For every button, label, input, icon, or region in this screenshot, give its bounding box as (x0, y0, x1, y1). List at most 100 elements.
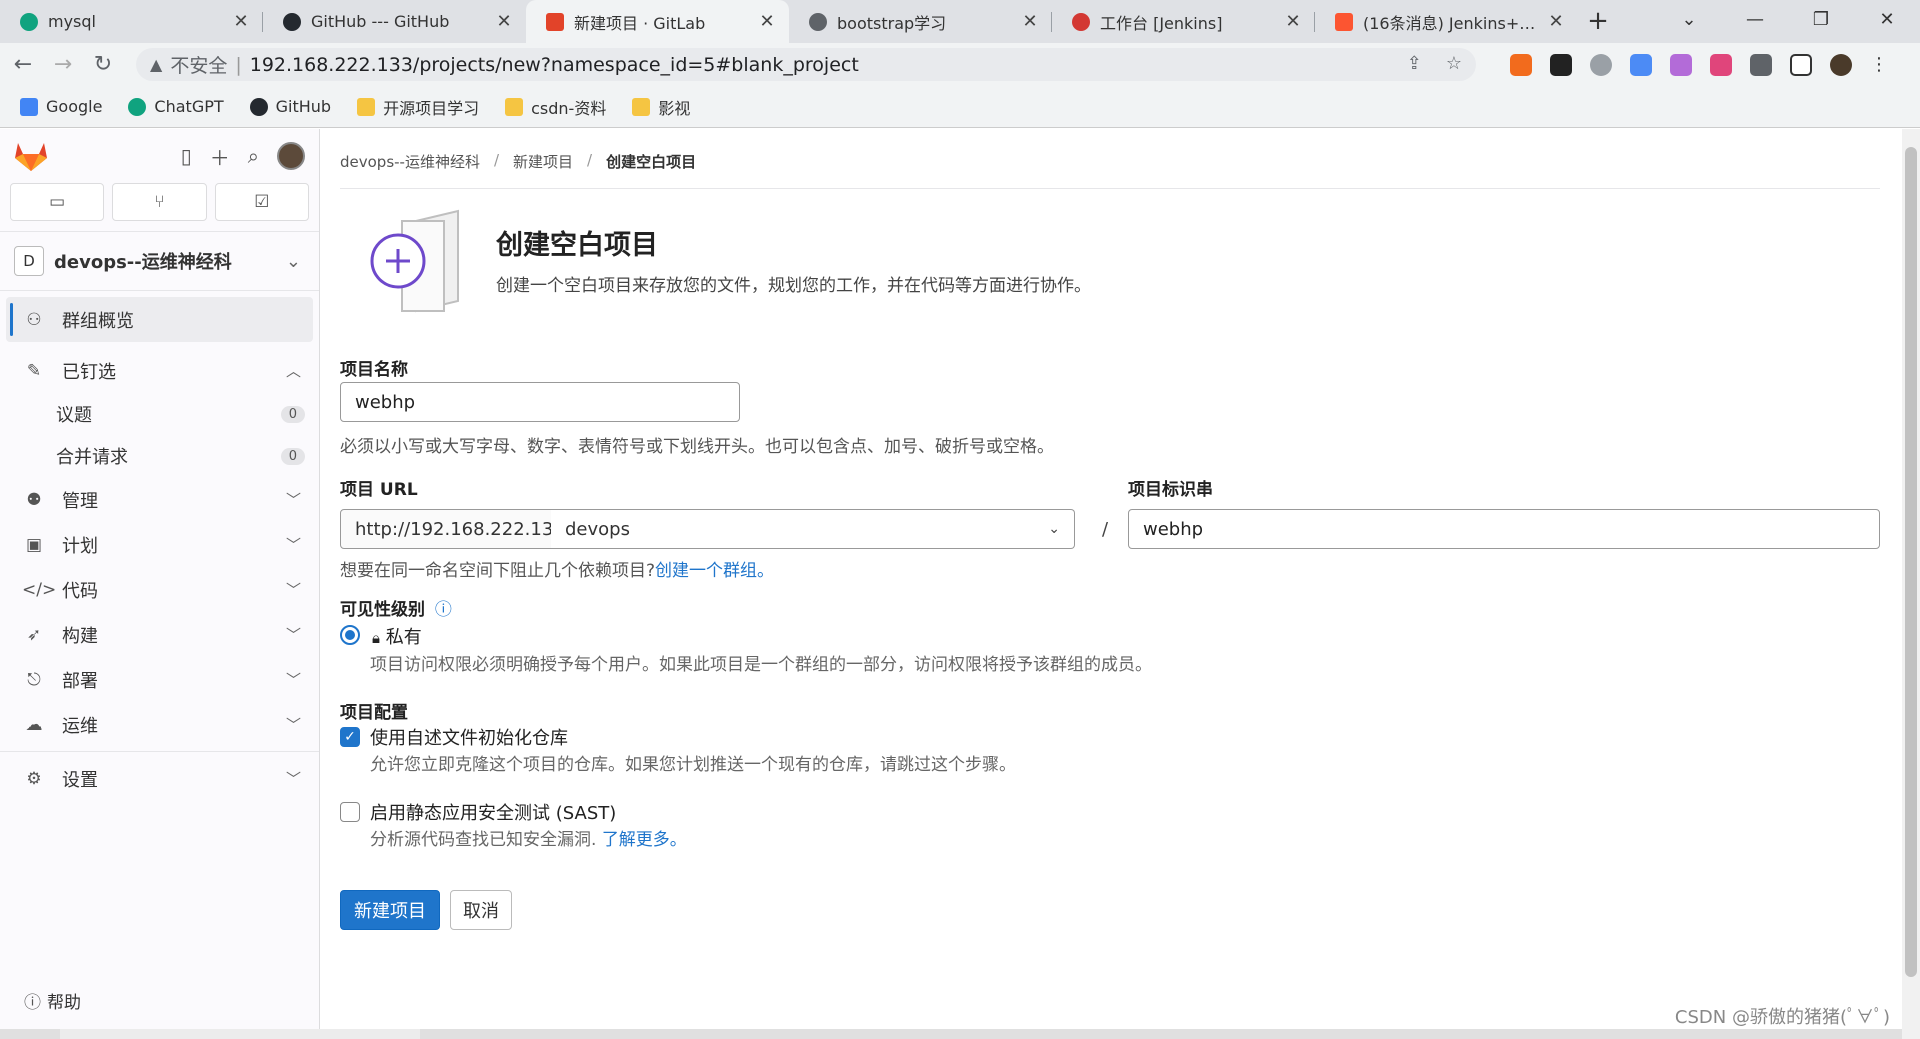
namespace-select[interactable]: devops ⌄ (551, 509, 1075, 549)
new-tab-button[interactable]: + (1578, 0, 1618, 43)
restore-icon[interactable]: ❐ (1788, 0, 1854, 43)
avatar[interactable] (277, 142, 305, 170)
extension-icon[interactable] (1510, 54, 1532, 76)
puzzle-icon[interactable] (1750, 54, 1772, 76)
sast-label[interactable]: 启用静态应用安全测试 (SAST) (370, 799, 616, 825)
close-icon[interactable]: ✕ (1020, 11, 1040, 32)
question-circle-icon[interactable]: ⓘ (435, 600, 452, 620)
search-icon[interactable]: ⌕ (248, 144, 259, 168)
todo-icon[interactable]: ☑ (214, 183, 309, 221)
project-name-input[interactable]: webhp (340, 382, 740, 422)
more-menu-icon[interactable]: ⋮ (1870, 54, 1888, 76)
code-icon: </> (22, 579, 57, 600)
bookmark-github[interactable]: GitHub (249, 97, 332, 116)
scrollbar-thumb[interactable] (60, 1029, 420, 1039)
bookmark-star-icon[interactable]: ☆ (1446, 53, 1462, 74)
bookmark-chatgpt[interactable]: ChatGPT (128, 97, 224, 116)
sidebar-item-label: 代码 (62, 580, 98, 602)
share-icon[interactable]: ⇪ (1407, 53, 1422, 74)
tab-jenkins[interactable]: 工作台 [Jenkins] ✕ (1052, 0, 1315, 43)
issues-icon[interactable]: ▭ (10, 183, 105, 221)
address-bar-row: ← → ↻ ▲ 不安全 | 192.168.222.133/projects/n… (0, 43, 1920, 86)
url-text[interactable]: 192.168.222.133/projects/new?namespace_i… (250, 54, 859, 76)
overview-icon: ⚇ (26, 309, 42, 330)
vertical-scrollbar[interactable] (1902, 129, 1920, 1039)
rocket-icon: ➶ (26, 624, 42, 645)
gitlab-logo-icon[interactable] (14, 140, 48, 172)
project-name-hint: 必须以小写或大写字母、数字、表情符号或下划线开头。也可以包含点、加号、破折号或空… (340, 437, 1054, 457)
scrollbar-thumb[interactable] (1905, 147, 1917, 977)
side-panel-icon[interactable] (1790, 54, 1812, 76)
create-project-button[interactable]: 新建项目 (340, 890, 440, 930)
sidebar-item-code[interactable]: </> 代码 ﹀ (0, 567, 319, 612)
minimize-icon[interactable]: — (1722, 0, 1788, 43)
project-slug-input[interactable]: webhp (1128, 509, 1880, 549)
visibility-private-option[interactable]: 🔒︎ 私有 (372, 623, 422, 649)
group-context-switcher[interactable]: D devops--运维神经科 ⌄ (0, 231, 319, 291)
tab-github[interactable]: GitHub --- GitHub ✕ (263, 0, 526, 43)
omnibox[interactable]: ▲ 不安全 | 192.168.222.133/projects/new?nam… (136, 48, 1476, 81)
close-icon[interactable]: ✕ (494, 11, 514, 32)
tab-search-icon[interactable]: ⌄ (1656, 0, 1722, 43)
bookmark-folder-csdn[interactable]: csdn-资料 (505, 95, 606, 119)
plus-icon[interactable]: ＋ (210, 142, 230, 171)
tab-mysql[interactable]: mysql ✕ (0, 0, 263, 43)
toggle-sidebar-icon[interactable]: ▯ (181, 144, 192, 168)
sidebar-item-merge-requests[interactable]: 合并请求 0 (0, 435, 319, 477)
sidebar-item-deploy[interactable]: ⎋ 部署 ﹀ (0, 657, 319, 702)
github-icon (249, 97, 268, 116)
create-group-link[interactable]: 创建一个群组。 (655, 561, 774, 581)
horizontal-scrollbar[interactable] (0, 1029, 1902, 1039)
sidebar-item-settings[interactable]: ⚙ 设置 ﹀ (0, 756, 319, 801)
deploy-icon: ⎋ (27, 669, 41, 690)
sidebar-item-group-overview[interactable]: ⚇ 群组概览 (6, 297, 313, 342)
help-button[interactable]: ⓘ 帮助 (24, 988, 81, 1013)
sidebar-quick-buttons: ▭ ⑂ ☑ (0, 183, 319, 221)
bookmark-label: GitHub (275, 97, 332, 116)
sidebar-item-label: 部署 (62, 670, 98, 692)
sidebar-item-manage[interactable]: ⚉ 管理 ﹀ (0, 477, 319, 522)
tab-title: bootstrap学习 (837, 13, 947, 33)
bookmark-folder-video[interactable]: 影视 (632, 95, 690, 119)
breadcrumb-item-group[interactable]: devops--运维神经科 (340, 151, 480, 172)
breadcrumb-item-new-project[interactable]: 新建项目 (513, 151, 573, 172)
readme-checkbox[interactable]: ✓ (340, 727, 360, 747)
chevron-down-icon: ﹀ (285, 536, 301, 554)
tab-title: 新建项目 · GitLab (574, 13, 706, 33)
calendar-icon: ▣ (25, 534, 43, 555)
learn-more-link[interactable]: 了解更多。 (602, 830, 687, 850)
extension-icon[interactable] (1670, 54, 1692, 76)
visibility-private-radio[interactable] (340, 625, 360, 645)
project-slug-label: 项目标识串 (1128, 480, 1213, 500)
tab-csdn[interactable]: (16条消息) Jenkins+Gitlab ✕ (1315, 0, 1578, 43)
tab-bootstrap[interactable]: bootstrap学习 ✕ (789, 0, 1052, 43)
close-icon[interactable]: ✕ (231, 11, 251, 32)
sidebar-item-plan[interactable]: ▣ 计划 ﹀ (0, 522, 319, 567)
bookmark-folder-opensource[interactable]: 开源项目学习 (357, 95, 479, 119)
close-icon[interactable]: ✕ (1546, 11, 1566, 32)
tab-gitlab-new-project[interactable]: 新建项目 · GitLab ✕ (526, 0, 789, 43)
close-window-icon[interactable]: ✕ (1854, 0, 1920, 43)
extensions-bar: ⋮ (1510, 54, 1888, 76)
cancel-button[interactable]: 取消 (450, 890, 512, 930)
extension-icon[interactable] (1550, 54, 1572, 76)
back-icon[interactable]: ← (6, 52, 40, 77)
sidebar-item-issues[interactable]: 议题 0 (0, 393, 319, 435)
bookmark-google[interactable]: Google (20, 97, 102, 116)
group-hint-text: 想要在同一命名空间下阻止几个依赖项目? (340, 561, 656, 581)
sidebar-item-pinned[interactable]: ✎ 已钉选 ︿ (0, 348, 319, 393)
merge-requests-icon[interactable]: ⑂ (112, 183, 207, 221)
sidebar-item-operate[interactable]: ☁ 运维 ﹀ (0, 702, 319, 747)
extension-icon[interactable] (1590, 54, 1612, 76)
sast-checkbox[interactable] (340, 802, 360, 822)
extension-icon[interactable] (1710, 54, 1732, 76)
close-icon[interactable]: ✕ (757, 11, 777, 32)
sidebar-item-label: 构建 (62, 625, 98, 647)
reload-icon[interactable]: ↻ (86, 52, 120, 77)
extension-icon[interactable] (1630, 54, 1652, 76)
forward-icon[interactable]: → (46, 52, 80, 77)
profile-avatar[interactable] (1830, 54, 1852, 76)
readme-label[interactable]: 使用自述文件初始化仓库 (370, 724, 568, 750)
sidebar-item-build[interactable]: ➶ 构建 ﹀ (0, 612, 319, 657)
close-icon[interactable]: ✕ (1283, 11, 1303, 32)
